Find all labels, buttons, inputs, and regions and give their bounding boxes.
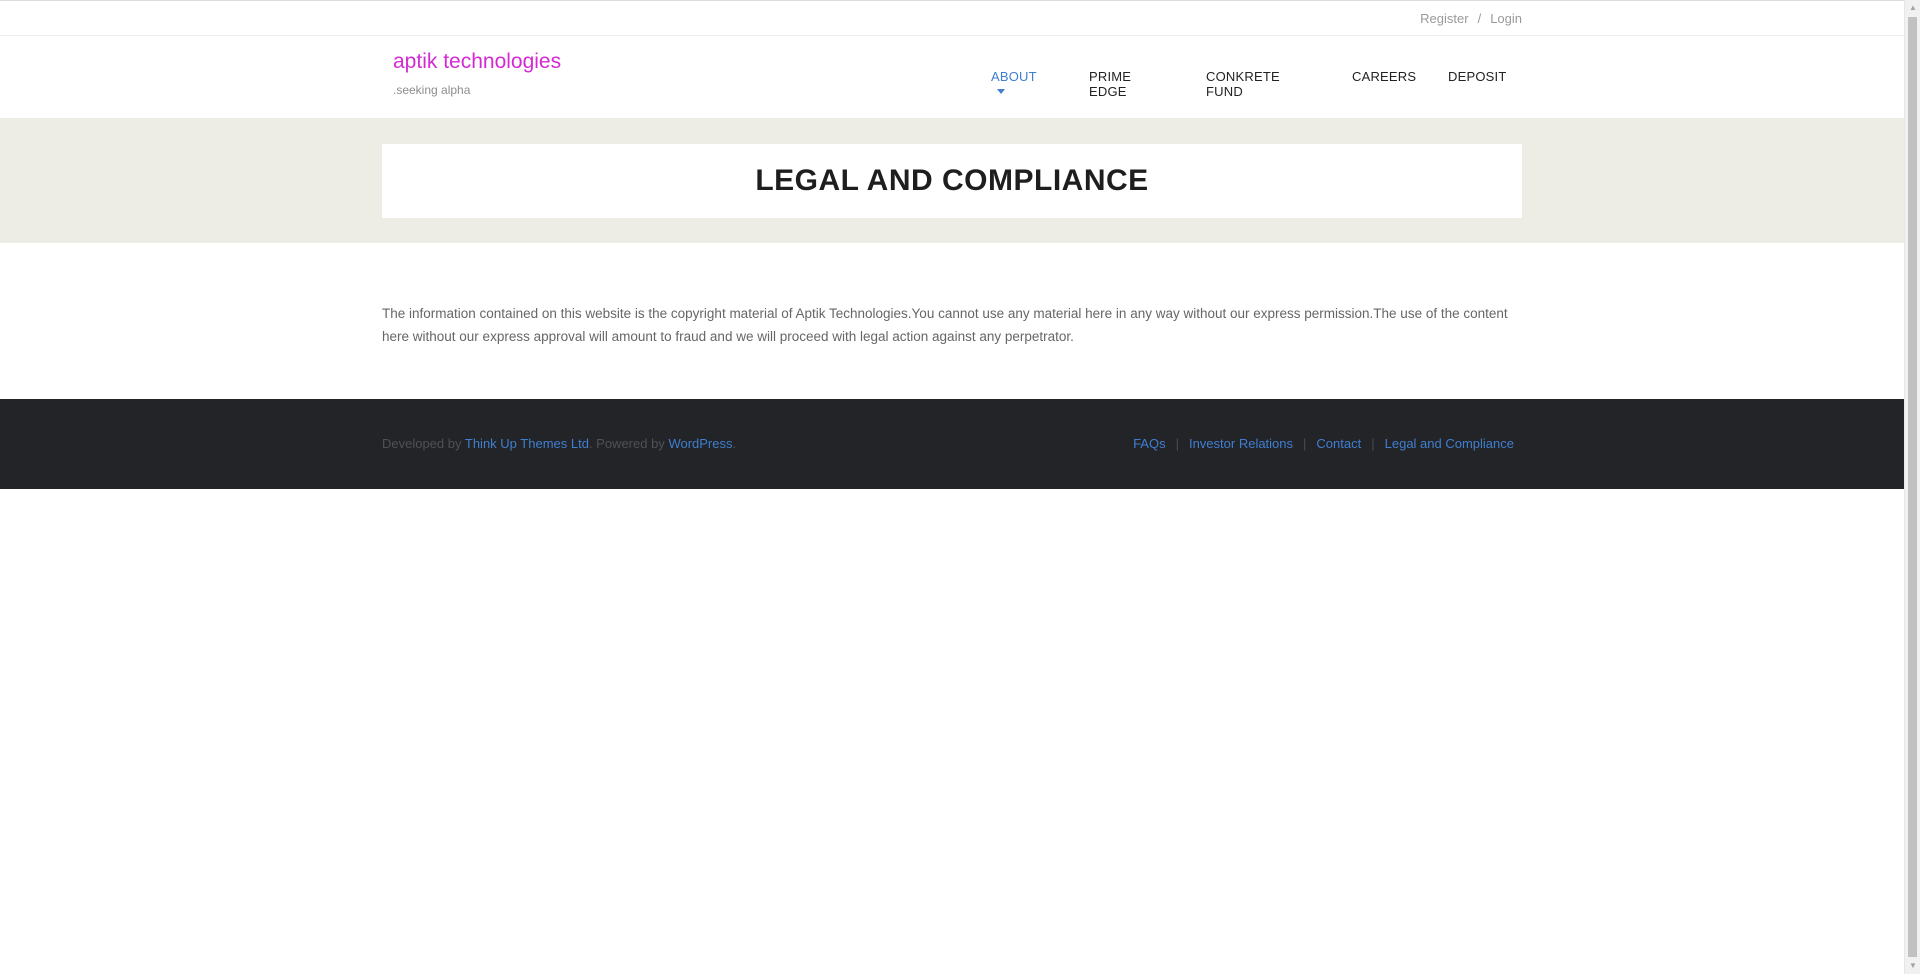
scroll-down-arrow-icon[interactable]: ▼ [1905, 958, 1920, 974]
top-bar: Register / Login [0, 0, 1904, 36]
footer-link-separator: | [1303, 436, 1307, 451]
footer-link-investor-relations[interactable]: Investor Relations [1189, 436, 1293, 451]
footer-link-separator: | [1175, 436, 1179, 451]
footer-link-faqs[interactable]: FAQs [1133, 436, 1166, 451]
footer-link-legal-and-compliance[interactable]: Legal and Compliance [1385, 436, 1514, 451]
nav-item-about-label: ABOUT [991, 69, 1037, 84]
site-logo-tagline: .seeking alpha [393, 83, 471, 97]
credits-developed-by: Developed by [382, 436, 462, 451]
credits-powered-by: . Powered by [588, 436, 665, 451]
page: Register / Login aptik technologies .seeki… [0, 0, 1904, 974]
account-links: Register / Login [1420, 11, 1522, 26]
footer-link-contact[interactable]: Contact [1316, 436, 1361, 451]
credits-period: . [732, 436, 737, 451]
developer-link[interactable]: Think Up Themes Ltd [465, 436, 589, 451]
nav-item-conkrete-fund[interactable]: CONKRETE FUND [1206, 69, 1280, 99]
site-footer: Developed by Think Up Themes Ltd. Powere… [0, 399, 1904, 489]
page-title: LEGAL AND COMPLIANCE [755, 164, 1149, 197]
vertical-scrollbar[interactable]: ▲ ▼ [1904, 0, 1920, 974]
content-paragraph: The information contained on this websit… [382, 306, 1508, 344]
login-link[interactable]: Login [1490, 11, 1522, 26]
page-content: The information contained on this websit… [382, 302, 1522, 348]
scroll-up-arrow-icon[interactable]: ▲ [1905, 0, 1920, 16]
nav-item-deposit[interactable]: DEPOSIT [1448, 69, 1506, 84]
nav-item-prime-edge[interactable]: PRIME EDGE [1089, 69, 1131, 99]
footer-menu: FAQs | Investor Relations | Contact | Legal an… [1133, 436, 1514, 451]
page-title-box: LEGAL AND COMPLIANCE [382, 144, 1522, 218]
scrollbar-thumb[interactable] [1908, 17, 1917, 957]
wordpress-link[interactable]: WordPress [668, 436, 732, 451]
nav-item-about[interactable]: ABOUT [991, 69, 1037, 99]
site-header: aptik technologies .seeking alpha ABOUT … [0, 36, 1904, 118]
footer-link-separator: | [1371, 436, 1375, 451]
nav-item-careers[interactable]: CAREERS [1352, 69, 1416, 84]
register-link[interactable]: Register [1420, 11, 1468, 26]
page-intro-band: LEGAL AND COMPLIANCE [0, 118, 1904, 243]
account-links-separator: / [1477, 11, 1482, 26]
site-logo-title[interactable]: aptik technologies [393, 50, 561, 74]
footer-credits: Developed by Think Up Themes Ltd. Powere… [382, 436, 736, 451]
chevron-down-icon [997, 89, 1005, 95]
